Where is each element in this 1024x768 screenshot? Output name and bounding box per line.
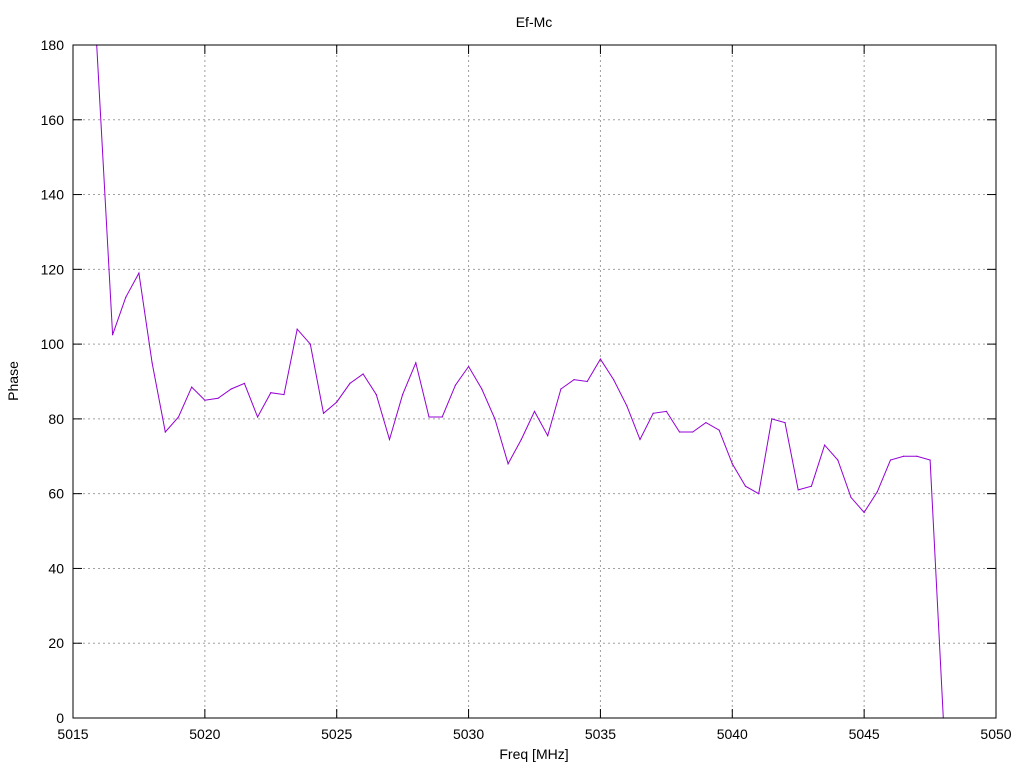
chart-title: Ef-Mc bbox=[516, 14, 553, 30]
data-point bbox=[599, 358, 602, 360]
y-tick-label: 40 bbox=[48, 560, 64, 576]
data-point bbox=[705, 422, 707, 424]
data-point bbox=[230, 388, 232, 390]
data-point bbox=[771, 418, 773, 420]
x-tick-label: 5035 bbox=[585, 726, 616, 742]
y-tick-labels: 0 20 40 60 80 100 120 140 160 180 bbox=[41, 37, 65, 726]
x-tick-labels: 5015 5020 5025 5030 5035 5040 5045 5050 bbox=[57, 726, 1011, 742]
data-point bbox=[481, 388, 483, 390]
data-point bbox=[138, 272, 140, 274]
data-point bbox=[665, 410, 667, 413]
data-point bbox=[507, 463, 509, 465]
x-axis-title: Freq [MHz] bbox=[499, 746, 568, 762]
data-point bbox=[547, 435, 549, 437]
data-point bbox=[428, 416, 430, 418]
data-point bbox=[309, 343, 311, 345]
data-point bbox=[652, 412, 654, 414]
data-point bbox=[111, 334, 114, 336]
y-tick-label: 20 bbox=[48, 635, 64, 651]
data-point bbox=[283, 393, 285, 396]
data-point bbox=[863, 511, 865, 513]
ticks bbox=[72, 44, 997, 719]
data-point bbox=[744, 485, 747, 487]
y-tick-label: 160 bbox=[41, 112, 65, 128]
data-point bbox=[191, 386, 193, 388]
x-tick-label: 5045 bbox=[849, 726, 880, 742]
data-point bbox=[560, 388, 562, 390]
data-point bbox=[810, 485, 813, 487]
data-point bbox=[257, 416, 259, 418]
y-tick-label: 180 bbox=[41, 37, 65, 53]
x-tick-label: 5015 bbox=[57, 726, 88, 742]
data-point bbox=[270, 392, 272, 394]
y-tick-label: 60 bbox=[48, 486, 64, 502]
data-point bbox=[415, 362, 417, 364]
data-point bbox=[151, 362, 153, 364]
data-point bbox=[613, 379, 615, 381]
data-point bbox=[494, 418, 496, 420]
data-point bbox=[520, 438, 522, 441]
data-point bbox=[718, 429, 720, 431]
data-point bbox=[336, 401, 338, 403]
data-point bbox=[375, 393, 377, 396]
data-point bbox=[889, 459, 892, 461]
data-point bbox=[402, 393, 404, 396]
data-point bbox=[586, 380, 588, 383]
data-point bbox=[758, 493, 760, 495]
data-point bbox=[362, 373, 364, 375]
series-group bbox=[96, 44, 944, 719]
data-point bbox=[639, 438, 641, 441]
data-point bbox=[903, 455, 905, 457]
data-point bbox=[823, 444, 826, 446]
y-tick-label: 100 bbox=[41, 336, 65, 352]
x-tick-label: 5050 bbox=[980, 726, 1011, 742]
data-point bbox=[441, 416, 443, 418]
y-tick-label: 80 bbox=[48, 411, 64, 427]
data-point bbox=[217, 397, 219, 399]
data-point bbox=[454, 384, 456, 386]
data-point bbox=[929, 459, 931, 461]
x-tick-label: 5030 bbox=[453, 726, 484, 742]
data-point bbox=[388, 438, 391, 441]
data-point bbox=[243, 382, 246, 384]
x-tick-label: 5020 bbox=[189, 726, 220, 742]
y-tick-label: 0 bbox=[56, 710, 64, 726]
data-point bbox=[731, 463, 733, 465]
y-axis-title: Phase bbox=[5, 361, 21, 401]
data-point bbox=[573, 379, 575, 381]
data-point bbox=[876, 491, 878, 493]
data-point bbox=[850, 496, 852, 499]
data-point bbox=[784, 422, 786, 424]
data-point bbox=[797, 489, 799, 491]
data-point bbox=[467, 365, 470, 368]
x-tick-label: 5040 bbox=[717, 726, 748, 742]
data-point bbox=[692, 431, 694, 433]
data-point bbox=[164, 431, 166, 433]
phase-chart: Ef-Mc 5015 5020 5025 5030 5035 5040 5045 5050 0… bbox=[5, 14, 1012, 762]
data-point bbox=[349, 382, 351, 384]
data-point bbox=[678, 431, 681, 433]
data-point bbox=[296, 328, 298, 330]
data-point bbox=[916, 455, 918, 457]
data-point bbox=[177, 416, 180, 418]
data-point bbox=[322, 412, 325, 414]
data-point bbox=[626, 405, 628, 407]
data-point bbox=[204, 399, 206, 401]
y-tick-label: 120 bbox=[41, 261, 65, 277]
data-point bbox=[533, 410, 536, 413]
data-point bbox=[125, 296, 127, 298]
y-tick-label: 140 bbox=[41, 187, 65, 203]
data-point bbox=[837, 459, 839, 461]
x-tick-label: 5025 bbox=[321, 726, 352, 742]
series-line-0 bbox=[96, 44, 944, 719]
grid bbox=[73, 45, 996, 718]
plot-frame bbox=[72, 44, 997, 719]
